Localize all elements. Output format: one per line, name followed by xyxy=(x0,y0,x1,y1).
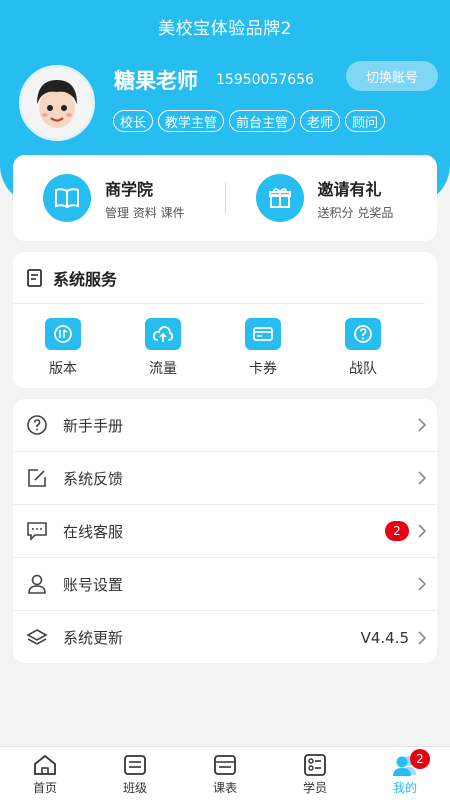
edit-icon xyxy=(25,466,49,490)
services-grid: 版本 流量 卡券 战队 xyxy=(13,304,437,378)
card-icon xyxy=(245,318,281,350)
menu-label: 系统反馈 xyxy=(63,469,124,488)
role-tag: 教学主管 xyxy=(158,110,225,132)
home-icon xyxy=(34,754,56,775)
tab-class[interactable]: 班级 xyxy=(90,747,180,800)
menu-item-support[interactable]: 在线客服 2 xyxy=(13,505,437,558)
layers-icon xyxy=(25,626,49,650)
services-title: 系统服务 xyxy=(53,269,118,289)
chat-icon xyxy=(25,519,49,543)
menu-item-update[interactable]: 系统更新 V4.4.5 xyxy=(13,611,437,664)
service-version[interactable]: 版本 xyxy=(13,318,113,378)
tab-label: 学员 xyxy=(302,781,327,795)
question-icon xyxy=(345,318,381,350)
service-traffic[interactable]: 流量 xyxy=(113,318,213,378)
menu-item-feedback[interactable]: 系统反馈 xyxy=(13,452,437,505)
menu-item-account[interactable]: 账号设置 xyxy=(13,558,437,611)
book-icon xyxy=(43,174,91,222)
services-header: 系统服务 xyxy=(13,252,425,304)
tab-student[interactable]: 学员 xyxy=(270,747,360,800)
schedule-icon xyxy=(214,755,236,775)
tab-home[interactable]: 首页 xyxy=(0,747,90,800)
chevron-right-icon xyxy=(418,630,427,645)
tab-profile[interactable]: 我的 2 xyxy=(360,747,450,800)
tab-label: 课表 xyxy=(212,781,237,795)
user-icon xyxy=(25,572,49,596)
cloud-upload-icon xyxy=(145,318,181,350)
quick-subtitle: 送积分 兑奖品 xyxy=(317,205,394,220)
avatar[interactable] xyxy=(19,65,95,141)
menu-item-guide[interactable]: 新手手册 xyxy=(13,399,437,452)
service-label: 卡券 xyxy=(249,361,277,377)
service-coupon[interactable]: 卡券 xyxy=(213,318,313,378)
menu-label: 新手手册 xyxy=(63,416,124,435)
quick-links-card: 商学院 管理 资料 课件 邀请有礼 送积分 兑奖品 xyxy=(13,155,437,241)
bottom-tab-bar: 首页 班级 课表 学员 我的 2 xyxy=(0,746,450,800)
role-tag: 前台主管 xyxy=(229,110,296,132)
tab-label: 班级 xyxy=(122,781,147,795)
menu-label: 账号设置 xyxy=(63,575,124,594)
chevron-right-icon xyxy=(418,418,427,432)
service-label: 战队 xyxy=(349,361,377,377)
menu-label: 在线客服 xyxy=(63,522,124,541)
role-tag: 老师 xyxy=(300,110,341,132)
notebook-icon xyxy=(27,268,42,287)
user-phone: 15950057656 xyxy=(216,72,314,88)
switch-account-button[interactable]: 切换账号 xyxy=(346,61,438,91)
chevron-right-icon xyxy=(418,471,427,485)
tab-label: 首页 xyxy=(32,781,57,795)
app-title: 美校宝体验品牌2 xyxy=(158,19,292,39)
tab-schedule[interactable]: 课表 xyxy=(180,747,270,800)
chevron-right-icon xyxy=(418,524,427,538)
settings-menu: 新手手册 系统反馈 在线客服 2 账号设置 系统更新 V4.4.5 xyxy=(13,399,437,663)
role-tag: 顾问 xyxy=(345,110,386,132)
quick-title: 邀请有礼 xyxy=(317,179,382,199)
unread-badge: 2 xyxy=(385,521,409,541)
tab-badge: 2 xyxy=(410,749,430,769)
role-tag: 校长 xyxy=(113,110,154,132)
class-icon xyxy=(124,755,146,775)
service-label: 流量 xyxy=(149,361,177,377)
service-team[interactable]: 战队 xyxy=(313,318,413,378)
quick-subtitle: 管理 资料 课件 xyxy=(105,205,185,220)
version-icon xyxy=(45,318,81,350)
menu-label: 系统更新 xyxy=(63,629,124,647)
version-value: V4.4.5 xyxy=(360,628,409,647)
role-tags: 校长 教学主管 前台主管 老师 顾问 xyxy=(113,110,386,132)
service-label: 版本 xyxy=(49,361,77,377)
avatar-illustration xyxy=(22,68,92,138)
chevron-right-icon xyxy=(418,577,427,591)
invite-gift-link[interactable]: 邀请有礼 送积分 兑奖品 xyxy=(226,174,438,222)
tab-label: 我的 xyxy=(392,781,417,795)
quick-title: 商学院 xyxy=(105,179,154,199)
system-services-card: 系统服务 版本 流量 卡券 战队 xyxy=(13,252,437,388)
user-name: 糖果老师 xyxy=(114,69,198,93)
gift-icon xyxy=(255,174,304,222)
student-icon xyxy=(304,754,326,776)
help-circle-icon xyxy=(25,413,49,437)
business-school-link[interactable]: 商学院 管理 资料 课件 xyxy=(13,174,225,222)
